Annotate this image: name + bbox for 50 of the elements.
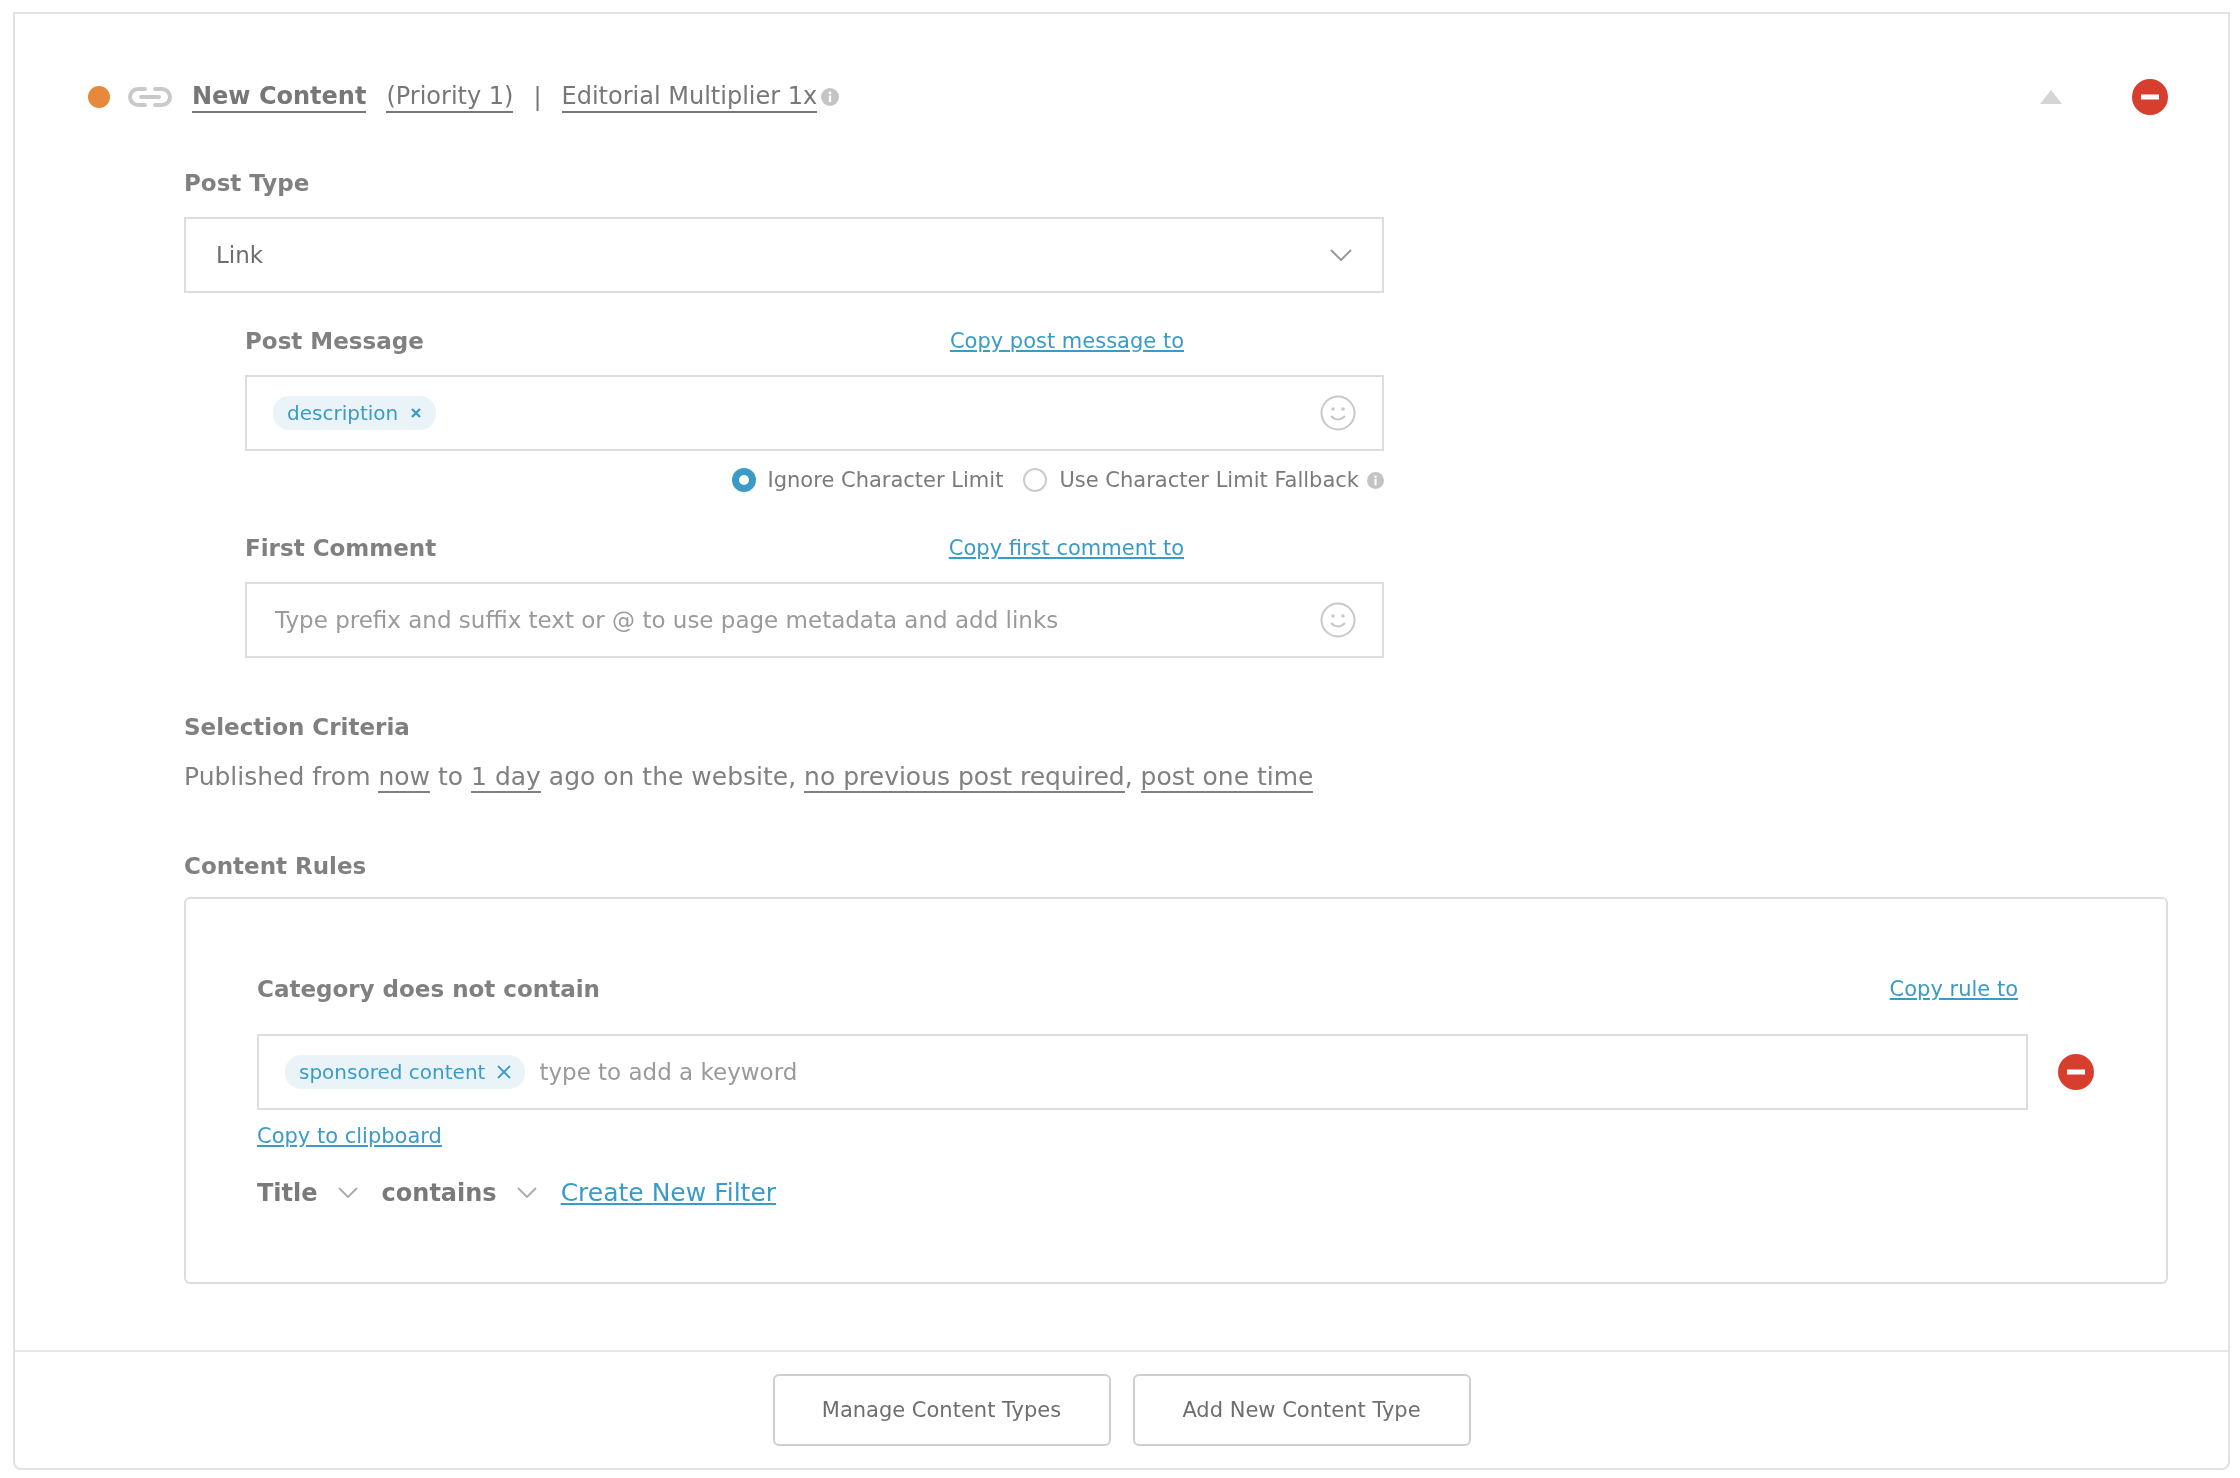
status-dot [88, 86, 110, 108]
radio-button[interactable] [1023, 468, 1048, 492]
copy-to-clipboard-link[interactable]: Copy to clipboard [257, 1124, 442, 1148]
post-type-select[interactable]: Link [184, 217, 1384, 293]
field-label: First Comment [245, 535, 437, 561]
footer-button[interactable]: Manage Content Types [772, 1374, 1111, 1446]
info-icon [821, 88, 840, 106]
radio-button[interactable] [731, 468, 756, 492]
chevron-down-icon [337, 1187, 358, 1198]
chevron-down-icon [1330, 249, 1352, 261]
keyword-field[interactable]: sponsored content type to add a keyword [257, 1034, 2028, 1110]
keyword-tag: sponsored content [285, 1055, 526, 1089]
section-heading: Content Rules [184, 853, 368, 879]
first-comment-field[interactable]: Type prefix and suffix text or @ to use page metadata and add links [245, 582, 1384, 658]
rule-label: Category does not contain [257, 976, 600, 1002]
copy-link[interactable]: Copy post message to [949, 329, 1184, 353]
copy-link[interactable]: Copy rule to [1889, 977, 2018, 1001]
separator: | [533, 83, 542, 111]
remove-icon[interactable] [2132, 79, 2168, 115]
footer-button[interactable]: Add New Content Type [1132, 1374, 1471, 1446]
emoji-icon[interactable] [1320, 395, 1356, 431]
radio-option[interactable]: Use Character Limit Fallback [1023, 468, 1359, 492]
field-dropdown[interactable]: Title [257, 1178, 358, 1207]
link-icon [128, 85, 172, 109]
post-message-field[interactable]: description [245, 375, 1384, 451]
selection-criteria-text: Published from now to 1 day ago on the website, no previous post required, post one time [184, 762, 1315, 791]
info-icon [1367, 471, 1384, 489]
chevron-down-icon [516, 1187, 537, 1198]
criteria-link[interactable]: now [378, 762, 431, 793]
keyword-input[interactable]: type to add a keyword [537, 1058, 2000, 1086]
priority-link[interactable]: (Priority 1) [386, 81, 514, 113]
criteria-link[interactable]: 1 day [471, 762, 541, 793]
remove-icon[interactable] [2058, 1054, 2094, 1090]
section-heading: Selection Criteria [184, 714, 411, 740]
operator-dropdown[interactable]: contains [381, 1178, 537, 1207]
multiplier-link[interactable]: Editorial Multiplier 1x [561, 81, 818, 113]
collapse-icon[interactable] [2040, 90, 2062, 104]
field-label: Post Type [184, 170, 311, 196]
criteria-link[interactable]: post one time [1140, 762, 1314, 793]
remove-tag-icon[interactable] [497, 1065, 512, 1079]
criteria-link[interactable]: no previous post required [804, 762, 1125, 793]
copy-link[interactable]: Copy first comment to [948, 536, 1184, 560]
emoji-icon[interactable] [1320, 602, 1356, 638]
create-filter-link[interactable]: Create New Filter [560, 1178, 777, 1207]
radio-option[interactable]: Ignore Character Limit [731, 468, 1004, 492]
keyword-tag: description [273, 396, 437, 430]
comment-input[interactable]: Type prefix and suffix text or @ to use page metadata and add links [273, 606, 1308, 634]
field-label: Post Message [245, 328, 424, 354]
content-title-link[interactable]: New Content [192, 81, 367, 113]
remove-tag-icon[interactable] [410, 407, 423, 419]
